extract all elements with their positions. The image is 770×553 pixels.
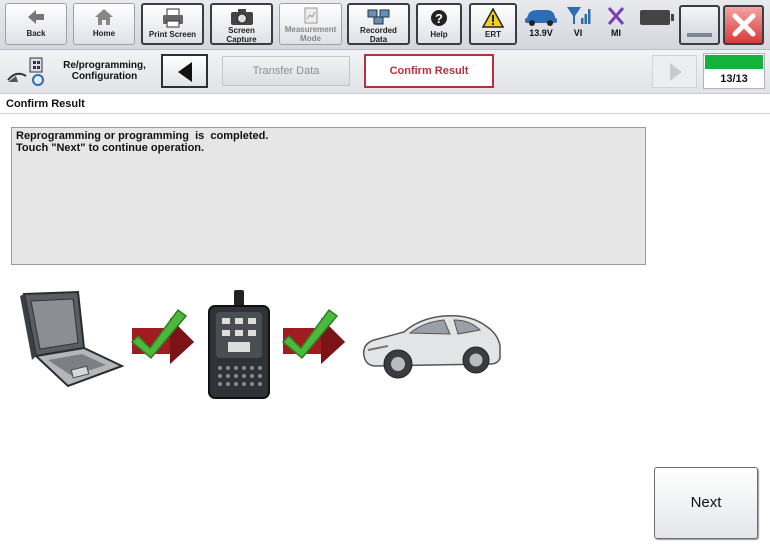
car-icon (521, 4, 561, 28)
help-icon: ? (418, 8, 460, 30)
laptop-icon (18, 290, 125, 393)
close-icon (731, 12, 757, 43)
progress-bar-fill (705, 55, 763, 69)
next-step-arrow-button[interactable] (652, 55, 697, 88)
mode-label: Re/programming, Configuration (63, 60, 146, 82)
vehicle-interface-icon (206, 288, 272, 405)
home-icon (74, 7, 134, 29)
measurement-mode-button[interactable]: Measurement Mode (279, 3, 342, 45)
warning-icon (471, 7, 515, 30)
next-button[interactable]: Next (654, 467, 758, 539)
camera-icon (212, 8, 271, 26)
car-icon (358, 306, 504, 387)
home-button[interactable]: Home (73, 3, 135, 45)
message-line: Touch "Next" to continue operation. (16, 142, 205, 154)
help-button[interactable]: ? Help (416, 3, 462, 45)
previous-step-button[interactable] (161, 54, 208, 88)
progress-counter: 13/13 (720, 73, 748, 85)
back-button[interactable]: Back (5, 3, 67, 45)
printer-icon (143, 8, 202, 30)
top-toolbar: Back Home Print Screen Screen Capture Me… (0, 0, 770, 50)
step-progress: 13/13 (703, 53, 765, 89)
print-screen-button[interactable]: Print Screen (141, 3, 204, 45)
close-button[interactable] (723, 5, 764, 45)
recorded-data-icon (349, 8, 408, 26)
section-title: Confirm Result (6, 98, 85, 110)
minimize-button[interactable] (679, 5, 720, 45)
mi-status: MI (603, 4, 629, 44)
right-triangle-icon (668, 62, 684, 87)
section-divider (0, 113, 770, 114)
svg-text:?: ? (435, 11, 443, 26)
signal-icon (563, 4, 593, 28)
message-box: Reprogramming or programming is complete… (11, 127, 646, 265)
recorded-data-button[interactable]: Recorded Data (347, 3, 410, 45)
message-line: Reprogramming or programming is complete… (16, 130, 269, 142)
navigation-bar: Re/programming, Configuration Transfer D… (0, 50, 770, 94)
arrow-with-check-icon (130, 306, 198, 369)
arrow-with-check-icon (281, 306, 349, 369)
back-arrow-icon (6, 7, 66, 29)
measurement-icon (280, 7, 341, 25)
step-confirm-result: Confirm Result (364, 54, 494, 88)
disconnected-x-icon (603, 4, 629, 28)
step-transfer-data: Transfer Data (222, 56, 350, 86)
reprogramming-icon (6, 56, 50, 88)
ert-button[interactable]: ERT (469, 3, 517, 45)
screen-capture-button[interactable]: Screen Capture (210, 3, 273, 45)
voltage-readout: 13.9V (529, 28, 553, 38)
battery-voltage-status: 13.9V (521, 4, 561, 44)
vi-status: VI (563, 4, 593, 44)
battery-icon (640, 10, 674, 25)
left-triangle-icon (176, 61, 194, 88)
